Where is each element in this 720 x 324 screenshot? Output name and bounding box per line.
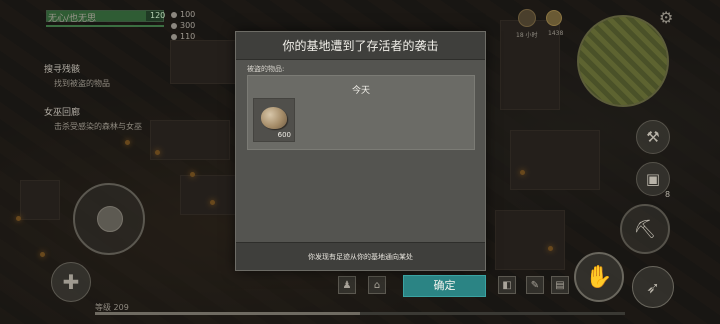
joystick-knob[interactable] <box>97 206 123 232</box>
stat-value: 110 <box>180 32 196 41</box>
health-underline <box>46 25 164 27</box>
quest-item[interactable]: 女巫回廊 击杀受感染的森林与女巫 <box>44 105 142 132</box>
quest-objective: 击杀受感染的森林与女巫 <box>54 122 142 131</box>
hand-icon[interactable]: ✋ <box>574 252 624 302</box>
coin-label: 1438 <box>548 30 564 37</box>
quick-slot[interactable]: ⌂ <box>368 276 386 294</box>
stat-row: 100 <box>171 9 195 20</box>
quest-title: 搜寻残骸 <box>44 65 81 75</box>
quick-slot[interactable]: ♟ <box>338 276 356 294</box>
stat-value: 100 <box>180 10 196 19</box>
run-icon[interactable]: ➶ <box>632 266 674 308</box>
xp-bar-fill <box>95 312 360 315</box>
quest-list: 搜寻残骸 找到被盗的物品 女巫回廊 击杀受感染的森林与女巫 <box>44 62 142 148</box>
confirm-button[interactable]: 确定 <box>403 275 486 297</box>
plus-icon[interactable]: ✚ <box>51 262 91 302</box>
player-stats: 100 300 110 <box>171 9 195 42</box>
food-icon <box>171 11 177 18</box>
dialog-title: 你的基地遭到了存活者的袭击 <box>236 32 485 60</box>
stolen-item-slot[interactable]: 600 <box>253 98 295 142</box>
hammer-icon[interactable]: ⚒ <box>636 120 670 154</box>
stat-row: 300 <box>171 20 195 31</box>
dialog-footer-message: 你发现有足迹从你的基地通向某处 <box>236 242 485 270</box>
health-value: 120 <box>150 11 166 20</box>
inventory-count: 8 <box>665 190 671 199</box>
day-label: 今天 <box>351 86 370 96</box>
stolen-items-panel: 今天 600 <box>247 75 475 150</box>
quick-slot[interactable]: ◧ <box>498 276 516 294</box>
minimap[interactable] <box>577 15 669 107</box>
item-count: 600 <box>277 131 291 139</box>
stolen-items-label: 被盗的物品: <box>247 65 285 73</box>
stat-value: 300 <box>180 21 196 30</box>
player-name: 无心/也无思 <box>48 14 97 24</box>
xp-bar <box>95 312 625 315</box>
quick-slot[interactable]: ▤ <box>551 276 569 294</box>
coin-icon[interactable] <box>546 10 562 26</box>
quick-slot[interactable]: ✎ <box>526 276 544 294</box>
water-icon <box>171 22 177 29</box>
quest-title: 女巫回廊 <box>44 108 81 118</box>
timer-label: 18 小时 <box>516 32 538 39</box>
energy-icon[interactable] <box>518 9 536 27</box>
stat-row: 110 <box>171 31 195 42</box>
raid-report-dialog: 你的基地遭到了存活者的袭击 被盗的物品: 今天 600 你发现有足迹从你的基地通… <box>235 31 486 271</box>
stone-icon <box>261 107 287 129</box>
quest-item[interactable]: 搜寻残骸 找到被盗的物品 <box>44 62 142 89</box>
pickaxe-icon[interactable]: ⛏ <box>620 204 670 254</box>
shield-icon <box>171 33 177 40</box>
quest-objective: 找到被盗的物品 <box>54 79 110 88</box>
gear-icon[interactable]: ⚙ <box>659 8 673 27</box>
